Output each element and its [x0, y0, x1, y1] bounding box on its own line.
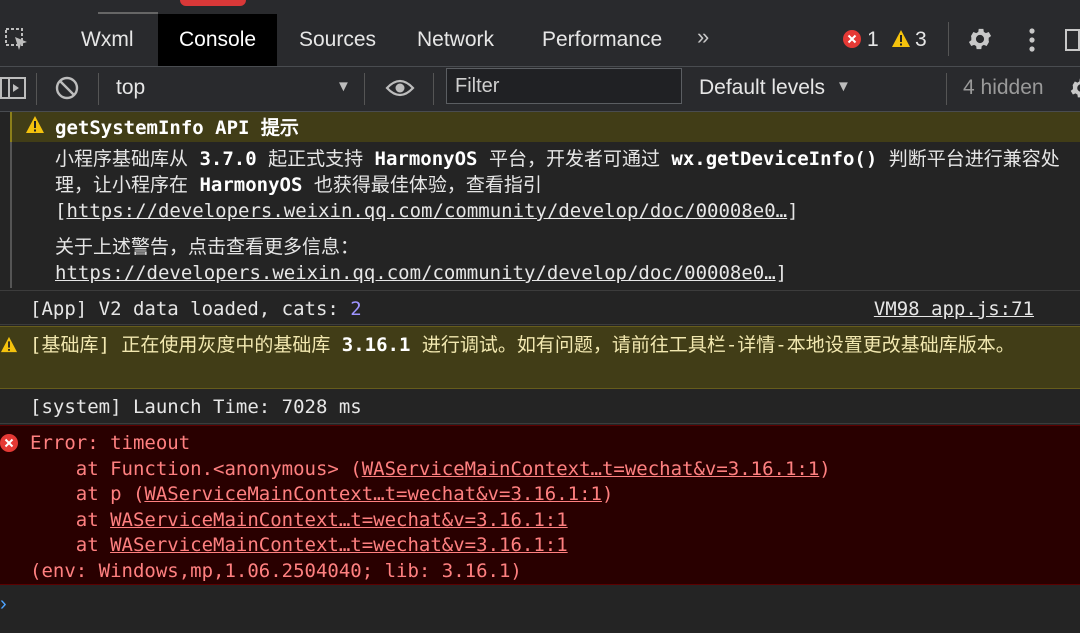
warning-paragraph: 关于上述警告，点击查看更多信息： https://developers.weixi…	[55, 234, 1065, 286]
stack-frame: at WAServiceMainContext…t=wechat&v=3.16.…	[30, 509, 568, 531]
warning-group-title: getSystemInfo API 提示	[55, 117, 299, 139]
execution-context-select[interactable]: top	[116, 76, 145, 100]
error-count[interactable]: 1	[867, 28, 879, 52]
show-sidebar-icon[interactable]	[0, 75, 28, 101]
stack-frame-link[interactable]: WAServiceMainContext…t=wechat&v=3.16.1:1	[144, 483, 602, 505]
stack-frame: at Function.<anonymous> (WAServiceMainCo…	[30, 458, 831, 480]
error-env-info: (env: Windows,mp,1.06.2504040; lib: 3.16…	[30, 560, 522, 582]
text: [App] V2 data loaded, cats:	[30, 298, 351, 320]
warning-triangle-icon	[0, 336, 18, 353]
devtools-tab-bar: Wxml Console Sources Network Performance…	[0, 0, 1080, 67]
warning-triangle-icon	[26, 116, 44, 133]
live-expression-eye-icon[interactable]	[385, 77, 415, 99]
number-value: 2	[350, 298, 362, 320]
toolbar-divider	[948, 22, 949, 56]
tab-performance[interactable]: Performance	[521, 14, 683, 66]
log-text: [App] V2 data loaded, cats: 2	[30, 298, 362, 320]
more-info-link[interactable]: https://developers.weixin.qq.com/communi…	[55, 262, 776, 284]
dock-side-icon[interactable]	[1064, 27, 1080, 53]
log-text: [system] Launch Time: 7028 ms	[30, 396, 362, 418]
log-message: [system] Launch Time: 7028 ms	[0, 390, 1080, 424]
stack-frame-link[interactable]: WAServiceMainContext…t=wechat&v=3.16.1:1	[110, 509, 568, 531]
log-message: [App] V2 data loaded, cats: 2 VM98 app.j…	[0, 290, 1080, 325]
error-circle-icon	[0, 434, 18, 452]
stack-frame: at WAServiceMainContext…t=wechat&v=3.16.…	[30, 534, 568, 556]
tab-sources[interactable]: Sources	[278, 14, 397, 66]
console-toolbar: top ▼ Default levels ▼ 4 hidden	[0, 67, 1080, 112]
text: 小程序基础库从	[55, 148, 200, 170]
error-circle-icon[interactable]	[843, 30, 861, 48]
api-name: wx.getDeviceInfo()	[671, 148, 878, 170]
version-text: 3.16.1	[341, 334, 411, 356]
text: 起正式支持	[256, 148, 375, 170]
red-indicator	[180, 0, 246, 6]
warning-group-header[interactable]: getSystemInfo API 提示	[10, 112, 1080, 142]
stack-frame: at p (WAServiceMainContext…t=wechat&v=3.…	[30, 483, 614, 505]
stack-frame-link[interactable]: WAServiceMainContext…t=wechat&v=3.16.1:1	[110, 534, 568, 556]
warning-message: [基础库] 正在使用灰度中的基础库 3.16.1 进行调试。如有问题，请前往工具…	[0, 326, 1080, 389]
warning-count[interactable]: 3	[915, 28, 927, 52]
tab-wxml[interactable]: Wxml	[60, 14, 154, 66]
chevron-down-icon[interactable]: ▼	[336, 78, 351, 95]
hidden-messages-count[interactable]: 4 hidden	[963, 76, 1044, 100]
text: 平台，开发者可通过	[477, 148, 672, 170]
text: ]	[787, 200, 799, 222]
toolbar-divider	[433, 73, 434, 105]
tab-network[interactable]: Network	[396, 14, 515, 66]
text: at	[30, 509, 111, 531]
toolbar-divider	[36, 73, 37, 105]
more-tabs-button[interactable]: »	[697, 24, 709, 50]
toolbar-divider	[946, 73, 947, 105]
text: [基础库] 正在使用灰度中的基础库	[30, 334, 342, 356]
warning-group-message: getSystemInfo API 提示 小程序基础库从 3.7.0 起正式支持…	[0, 112, 1080, 288]
filter-input[interactable]	[446, 68, 682, 104]
version-text: 3.7.0	[199, 148, 257, 170]
tab-console[interactable]: Console	[158, 14, 278, 66]
console-settings-gear-icon[interactable]	[1068, 75, 1080, 101]
warning-text: [基础库] 正在使用灰度中的基础库 3.16.1 进行调试。如有问题，请前往工具…	[30, 332, 1050, 358]
more-options-icon[interactable]	[1025, 26, 1039, 54]
text: )	[819, 458, 831, 480]
text: at Function.<anonymous> (	[30, 458, 362, 480]
toolbar-divider	[364, 73, 365, 105]
source-link[interactable]: VM98 app.js:71	[874, 298, 1034, 320]
inspect-element-icon[interactable]	[4, 27, 30, 53]
text: ]	[775, 262, 788, 284]
console-prompt[interactable]: ›	[0, 593, 7, 616]
text: )	[601, 483, 614, 505]
error-title: Error: timeout	[30, 432, 191, 454]
error-message: Error: timeout at Function.<anonymous> (…	[0, 425, 1080, 585]
text: 进行调试。如有问题，请前往工具栏-详情-本地设置更改基础库版本。	[410, 334, 1015, 356]
os-name: HarmonyOS	[199, 174, 303, 196]
stack-frame-link[interactable]: WAServiceMainContext…t=wechat&v=3.16.1:1	[362, 458, 820, 480]
text: at	[30, 534, 111, 556]
warning-triangle-icon[interactable]	[891, 29, 911, 48]
chevron-down-icon[interactable]: ▼	[836, 78, 851, 95]
warning-group-body: 小程序基础库从 3.7.0 起正式支持 HarmonyOS 平台，开发者可通过 …	[10, 142, 1080, 288]
text: 关于上述警告，点击查看更多信息：	[55, 236, 360, 258]
guide-link[interactable]: https://developers.weixin.qq.com/communi…	[66, 200, 787, 222]
log-levels-dropdown[interactable]: Default levels	[699, 76, 825, 100]
toolbar-divider	[98, 73, 99, 105]
os-name: HarmonyOS	[374, 148, 478, 170]
settings-gear-icon[interactable]	[966, 25, 994, 53]
text: at p (	[30, 483, 145, 505]
warning-paragraph: 小程序基础库从 3.7.0 起正式支持 HarmonyOS 平台，开发者可通过 …	[55, 146, 1065, 224]
clear-console-icon[interactable]	[55, 76, 79, 100]
